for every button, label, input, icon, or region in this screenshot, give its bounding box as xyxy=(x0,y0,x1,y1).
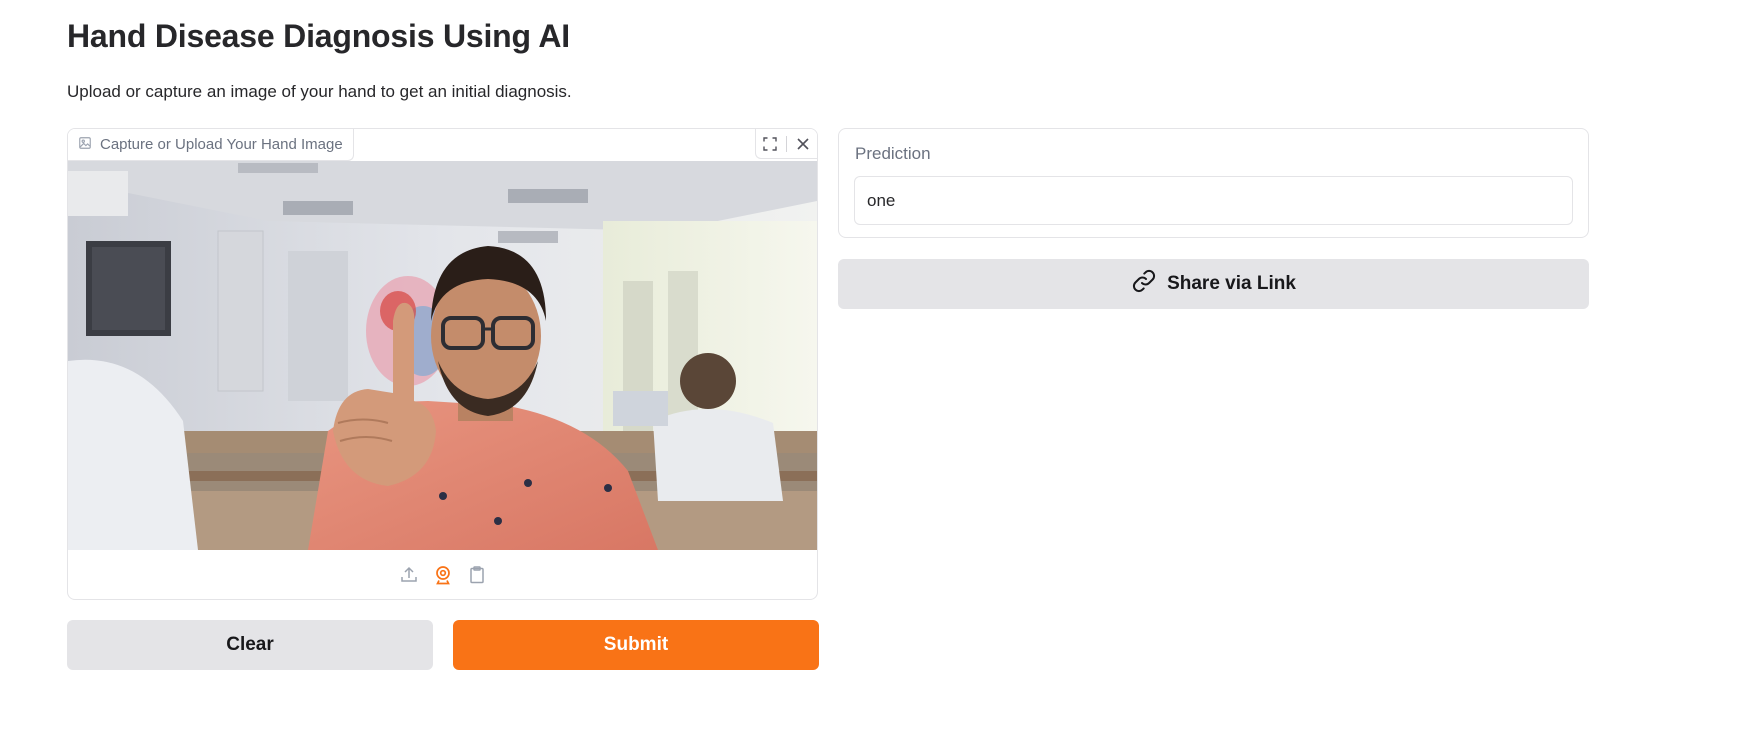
webcam-preview[interactable] xyxy=(68,161,817,550)
image-icon xyxy=(78,136,92,154)
submit-button[interactable]: Submit xyxy=(453,620,819,670)
image-top-controls xyxy=(755,129,817,159)
prediction-label: Prediction xyxy=(855,144,931,163)
image-input-label-text: Capture or Upload Your Hand Image xyxy=(100,136,343,153)
controls-divider xyxy=(786,135,787,152)
clear-button[interactable]: Clear xyxy=(67,620,433,670)
fullscreen-icon[interactable] xyxy=(762,136,778,152)
close-icon[interactable] xyxy=(795,136,811,152)
share-via-link-button[interactable]: Share via Link xyxy=(838,259,1589,309)
prediction-output[interactable]: one xyxy=(854,176,1573,225)
upload-icon[interactable] xyxy=(399,565,419,585)
image-source-selector xyxy=(68,550,817,599)
image-input-label: Capture or Upload Your Hand Image xyxy=(68,129,354,161)
page-title: Hand Disease Diagnosis Using AI xyxy=(67,18,570,54)
page-description: Upload or capture an image of your hand … xyxy=(67,82,572,101)
link-icon xyxy=(1131,268,1157,300)
clipboard-icon[interactable] xyxy=(467,565,487,585)
share-button-label: Share via Link xyxy=(1167,273,1296,294)
webcam-icon[interactable] xyxy=(433,565,453,585)
image-input-panel[interactable]: Capture or Upload Your Hand Image xyxy=(67,128,818,600)
prediction-panel: Prediction one xyxy=(838,128,1589,238)
